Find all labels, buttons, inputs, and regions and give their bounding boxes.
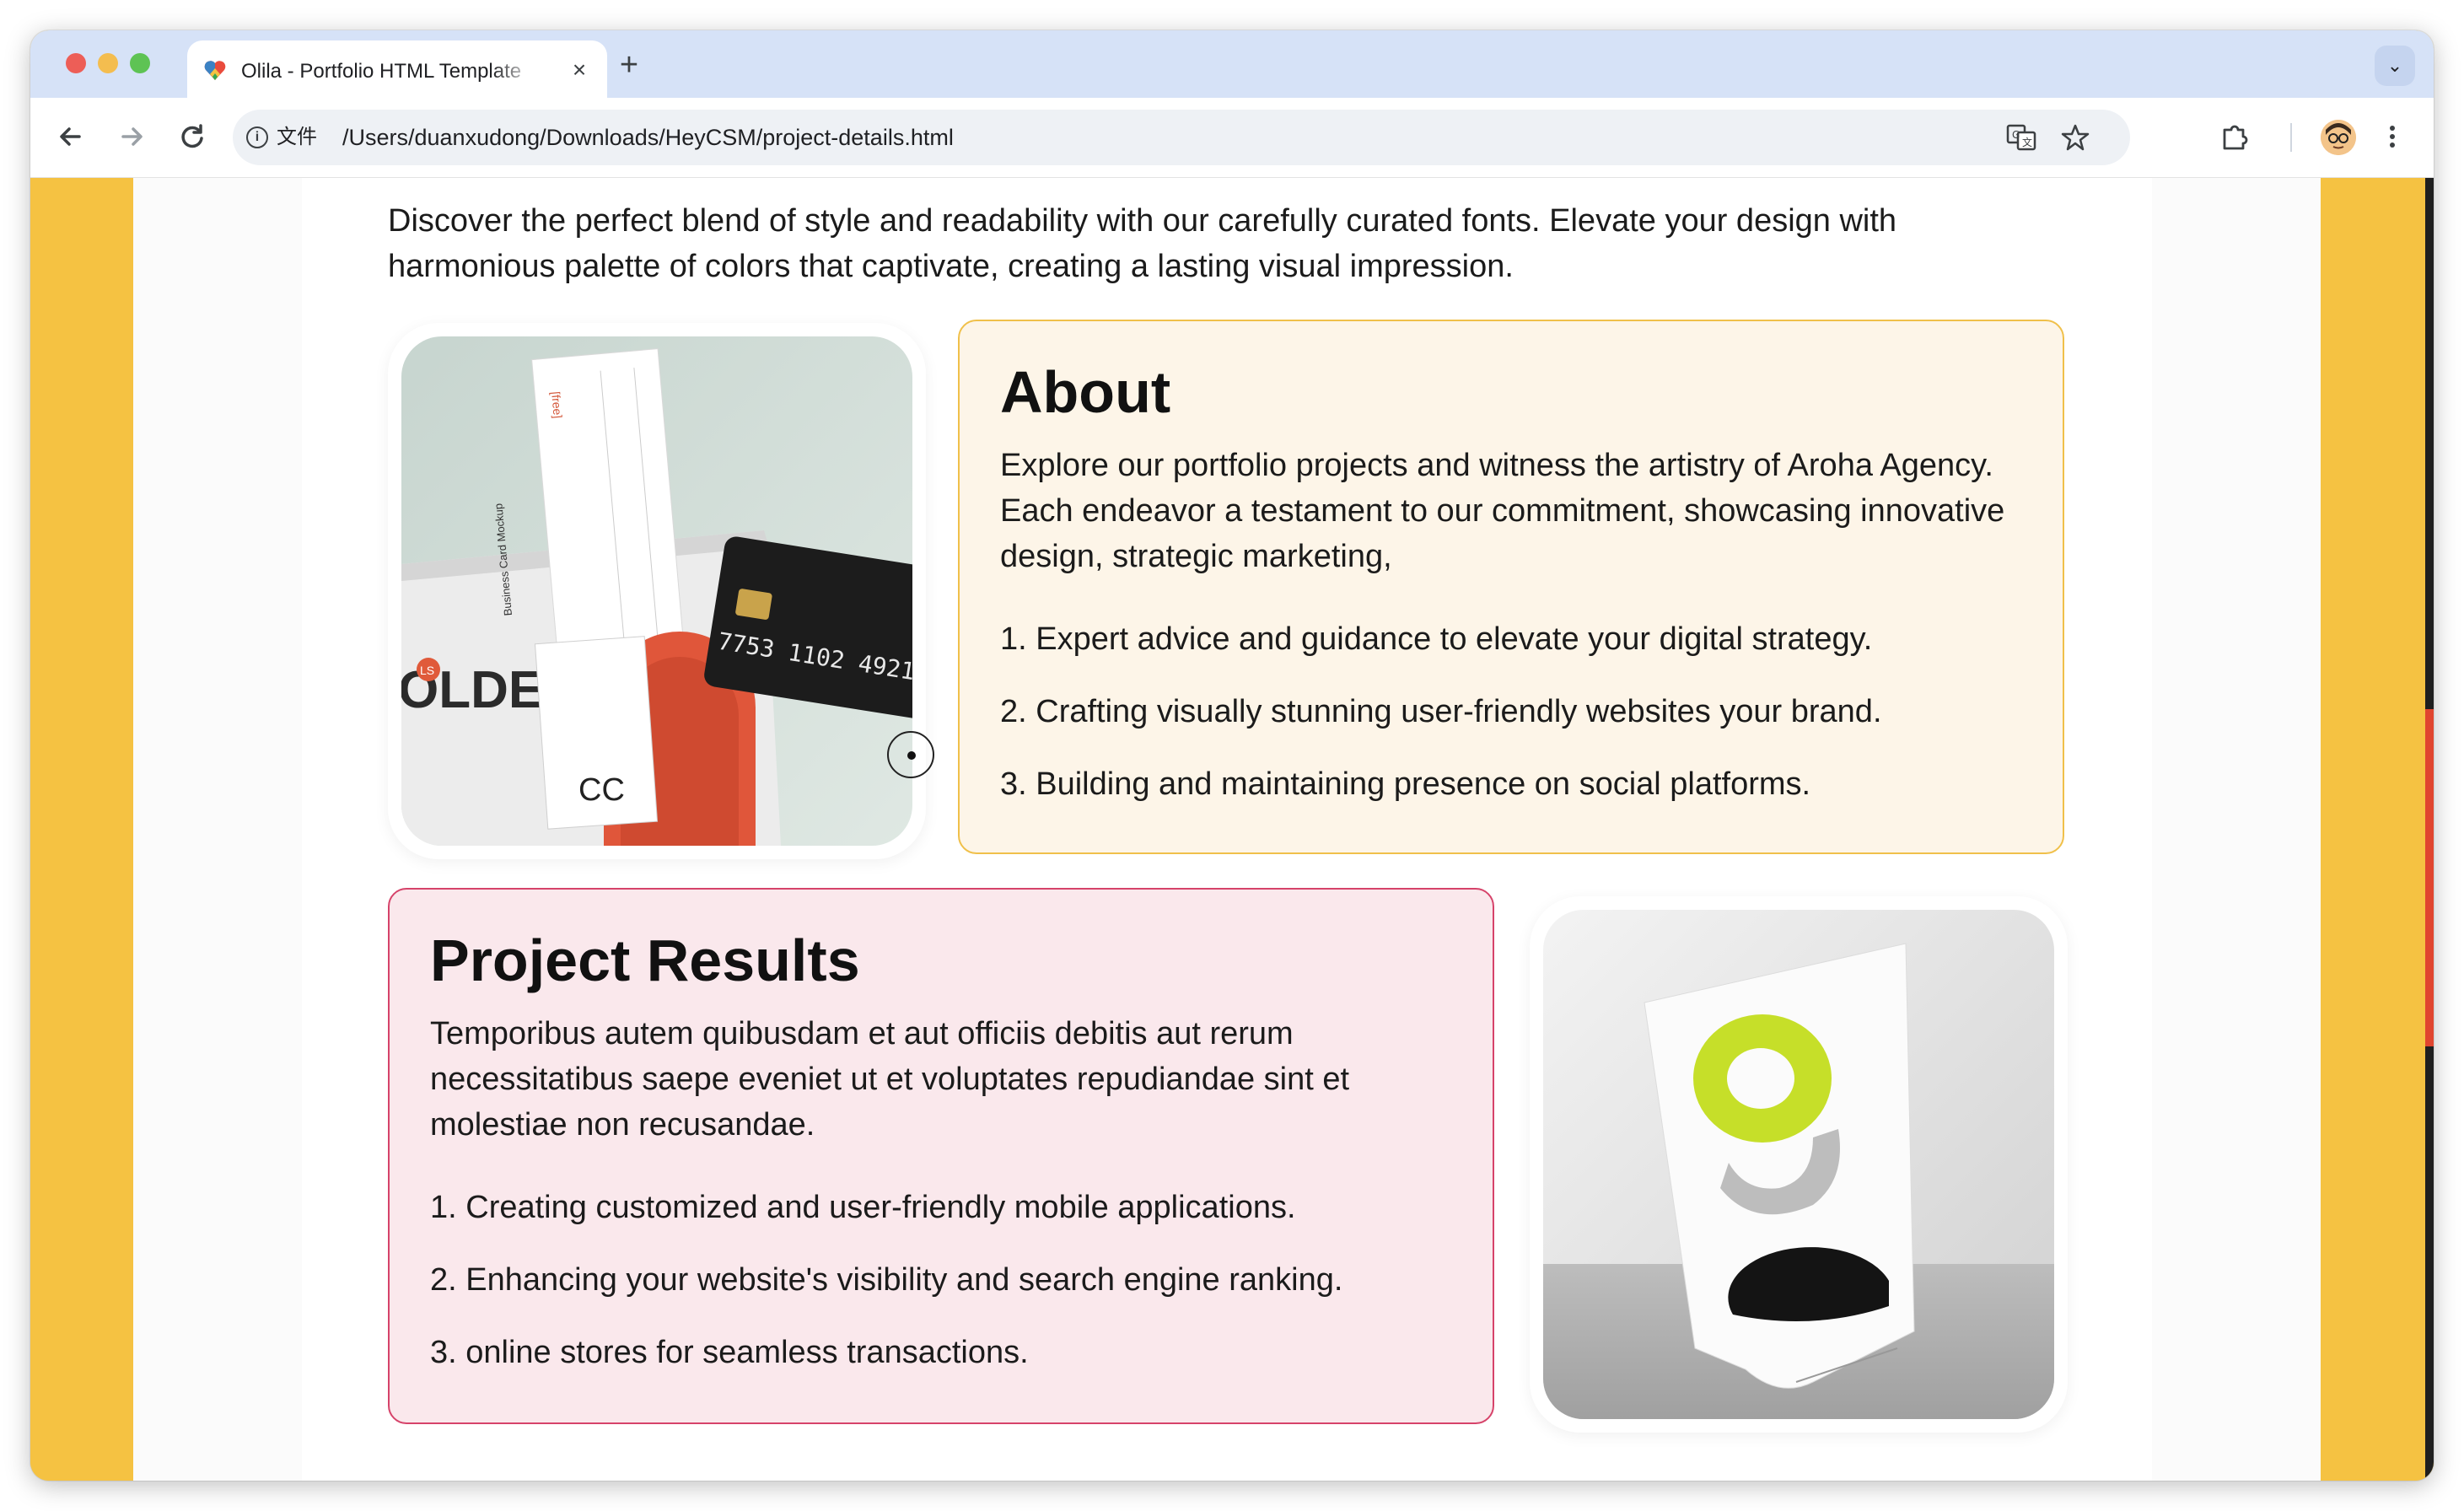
extensions-icon[interactable]	[2218, 120, 2251, 153]
about-card: About Explore our portfolio projects and…	[958, 320, 2064, 854]
intro-paragraph: Discover the perfect blend of style and …	[388, 203, 1897, 284]
browser-window: Olila - Portfolio HTML Template × + ⌄ i …	[30, 30, 2434, 1481]
results-description: Temporibus autem quibusdam et aut offici…	[430, 1016, 1350, 1143]
scrollbar[interactable]	[2424, 178, 2434, 1481]
cc-text: CC	[578, 772, 625, 808]
list-item: 3. Building and maintaining presence on …	[1000, 766, 1811, 802]
avatar[interactable]	[2321, 120, 2356, 155]
about-description: Explore our portfolio projects and witne…	[1000, 448, 2005, 574]
about-list: 1. Expert advice and guidance to elevate…	[1000, 616, 1882, 834]
forward-arrow-icon[interactable]	[113, 118, 150, 155]
project-image-card-2	[1530, 896, 2068, 1433]
project-image-card-1: OLDER LS [free] Business Card Mockup CC …	[388, 323, 926, 859]
toolbar-divider	[2290, 123, 2292, 152]
reload-icon[interactable]	[174, 118, 211, 155]
url-text[interactable]: /Users/duanxudong/Downloads/HeyCSM/proje…	[342, 123, 954, 152]
svg-text:文: 文	[2022, 136, 2032, 148]
heart-favicon-icon	[204, 61, 226, 80]
list-item: 2. Crafting visually stunning user-frien…	[1000, 694, 1882, 729]
tag-text: [free]	[549, 391, 565, 419]
active-tab[interactable]: Olila - Portfolio HTML Template ×	[187, 40, 607, 98]
poster-mockup-image	[1543, 910, 2054, 1419]
address-bar[interactable]: i 文件 /Users/duanxudong/Downloads/HeyCSM/…	[233, 110, 2130, 165]
results-title: Project Results	[430, 928, 860, 993]
page-viewport: Discover the perfect blend of style and …	[30, 178, 2434, 1481]
list-item: 3. online stores for seamless transactio…	[430, 1335, 1029, 1370]
tab-search-dropdown-icon[interactable]: ⌄	[2375, 46, 2415, 86]
svg-text:G: G	[2012, 129, 2020, 141]
scroll-thumb[interactable]	[2425, 709, 2434, 1046]
badge-text: LS	[420, 664, 434, 677]
star-icon[interactable]	[2059, 121, 2091, 153]
file-chip-label: 文件	[277, 126, 317, 148]
scroll-progress-bottom	[2425, 1046, 2434, 1481]
cursor-dot	[907, 751, 916, 760]
results-list: 1. Creating customized and user-friendly…	[430, 1185, 1342, 1402]
project-results-card: Project Results Temporibus autem quibusd…	[388, 888, 1494, 1424]
back-arrow-icon[interactable]	[52, 118, 89, 155]
tab-bar: Olila - Portfolio HTML Template × + ⌄	[30, 30, 2434, 98]
about-title: About	[1000, 359, 1171, 425]
window-maximize-button[interactable]	[130, 53, 150, 73]
info-icon[interactable]: i	[246, 126, 268, 148]
translate-icon[interactable]: G文	[2005, 121, 2037, 153]
list-item: 1. Expert advice and guidance to elevate…	[1000, 621, 1873, 657]
window-close-button[interactable]	[66, 53, 86, 73]
business-card-mockup-image: OLDER LS [free] Business Card Mockup CC …	[401, 336, 912, 846]
list-item: 2. Enhancing your website's visibility a…	[430, 1262, 1343, 1298]
scroll-progress-top	[2425, 178, 2434, 709]
tab-close-icon[interactable]: ×	[567, 57, 592, 83]
new-tab-button[interactable]: +	[612, 49, 646, 83]
list-item: 1. Creating customized and user-friendly…	[430, 1190, 1296, 1225]
tab-title: Olila - Portfolio HTML Template	[241, 60, 522, 83]
menu-icon[interactable]	[2380, 118, 2405, 155]
browser-toolbar: i 文件 /Users/duanxudong/Downloads/HeyCSM/…	[30, 98, 2434, 178]
window-minimize-button[interactable]	[98, 53, 118, 73]
cursor-indicator	[887, 731, 934, 778]
